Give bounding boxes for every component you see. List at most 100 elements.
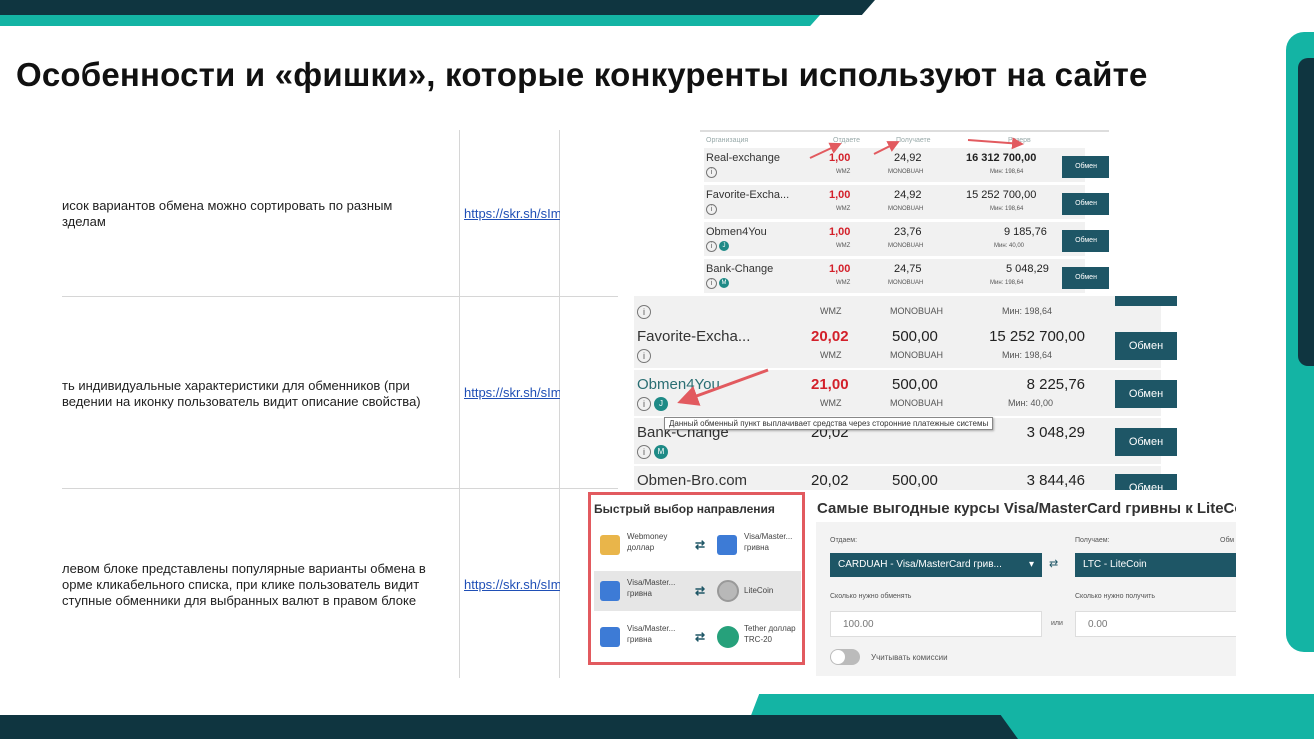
exchange-button[interactable]: Обмен xyxy=(1062,193,1109,215)
to-currency-label: Tether доллар TRC-20 xyxy=(744,624,796,644)
give-currency: WMZ xyxy=(836,206,851,212)
row-3-description: левом блоке представлены популярные вари… xyxy=(62,561,426,608)
row-1-link[interactable]: https://skr.sh/sIm xyxy=(464,206,560,221)
get-currency: MONOBUAH xyxy=(890,350,944,360)
get-amount: 24,75 xyxy=(894,263,922,275)
get-amount: 24,92 xyxy=(894,189,922,201)
from-currency-label: Visa/Master... гривна xyxy=(627,624,676,644)
best-rates-title: Самые выгодные курсы Visa/MasterCard гри… xyxy=(817,500,1236,517)
min-amount: Мин: 40,00 xyxy=(1008,398,1054,408)
give-label: Отдаем: xyxy=(830,537,858,544)
reserve-amount: 3 048,29 xyxy=(1026,424,1085,441)
feature-badge-icon[interactable]: J xyxy=(719,241,729,251)
table-row: Bank-Change i M 1,00 WMZ 24,75 MONOBUAH … xyxy=(704,259,1109,293)
give-currency: WMZ xyxy=(820,306,842,316)
give-amount: 1,00 xyxy=(829,189,851,201)
exchange-button[interactable]: Обмен xyxy=(1115,380,1177,408)
info-icon[interactable]: i xyxy=(706,241,717,252)
quick-direction-item[interactable]: Visa/Master... гривна ⇄ Tether доллар TR… xyxy=(594,617,801,657)
chevron-down-icon: ▾ xyxy=(1028,559,1034,570)
column-divider xyxy=(459,130,460,678)
org-name[interactable]: Bank-Change xyxy=(706,263,773,275)
right-dark-band xyxy=(1298,58,1314,366)
min-amount: Мин: 198,64 xyxy=(1002,350,1053,360)
get-label: Получаем: xyxy=(1075,537,1110,544)
get-amount: 500,00 xyxy=(892,328,938,345)
swap-icon: ⇄ xyxy=(695,584,706,598)
give-currency-value: CARDUAH - Visa/MasterCard грив... xyxy=(838,559,1002,570)
give-currency: WMZ xyxy=(820,350,842,360)
get-amount: 500,00 xyxy=(892,472,938,489)
exchange-button[interactable]: Обмен xyxy=(1062,156,1109,178)
quick-direction-item[interactable]: Visa/Master... гривна ⇄ LiteCoin xyxy=(594,571,801,611)
give-currency: WMZ xyxy=(836,243,851,249)
org-name[interactable]: Favorite-Excha... xyxy=(637,328,750,345)
table-row: Obmen-Bro.com 20,02 500,00 3 844,46 Обме… xyxy=(634,466,1177,490)
exchange-button[interactable]: Обмен xyxy=(1062,267,1109,289)
row-2-link[interactable]: https://skr.sh/sIm xyxy=(464,385,560,400)
get-currency: MONOBUAH xyxy=(890,306,944,316)
min-amount: Мин: 198,64 xyxy=(990,169,1024,175)
give-amount: 21,00 xyxy=(811,376,849,393)
amount-get-input[interactable]: 0.00 xyxy=(1075,611,1236,637)
table-row: Obmen4You i J 1,00 WMZ 23,76 MONOBUAH 9 … xyxy=(704,222,1109,256)
reserve-amount: 5 048,29 xyxy=(1006,263,1049,275)
extra-label: Обм xyxy=(1220,537,1235,544)
info-icon[interactable]: i xyxy=(637,445,651,459)
feature-badge-icon[interactable]: M xyxy=(654,445,668,459)
amount-give-label: Сколько нужно обменять xyxy=(830,593,912,600)
row-3-link[interactable]: https://skr.sh/sIm xyxy=(464,577,560,592)
get-currency: MONOBUAH xyxy=(888,280,924,286)
rates-form: Отдаем: Получаем: Обм CARDUAH - Visa/Mas… xyxy=(816,522,1236,676)
or-label: или xyxy=(1051,620,1063,627)
info-icon[interactable]: i xyxy=(637,349,651,363)
best-rates-panel: Самые выгодные курсы Visa/MasterCard гри… xyxy=(816,492,1236,676)
min-amount: Мин: 198,64 xyxy=(990,280,1024,286)
get-currency-select[interactable]: LTC - LiteCoin xyxy=(1075,553,1236,577)
get-currency: MONOBUAH xyxy=(888,169,924,175)
exchange-button[interactable]: Обмен xyxy=(1062,230,1109,252)
org-name[interactable]: Real-exchange xyxy=(706,152,780,164)
info-icon[interactable]: i xyxy=(706,204,717,215)
give-amount: 20,02 xyxy=(811,472,849,489)
slide-title: Особенности и «фишки», которые конкурент… xyxy=(16,56,1148,93)
to-currency-label: LiteCoin xyxy=(744,586,774,595)
header-organization[interactable]: Организация xyxy=(706,137,748,144)
exchange-button[interactable]: Обмен xyxy=(1115,428,1177,456)
quick-direction-panel: Быстрый выбор направления Webmoney долла… xyxy=(588,492,805,665)
org-name[interactable]: Favorite-Excha... xyxy=(706,189,789,201)
litecoin-icon xyxy=(717,580,739,602)
commission-toggle[interactable] xyxy=(830,649,860,665)
exchange-button[interactable]: Обмен xyxy=(1115,474,1177,490)
give-currency: WMZ xyxy=(836,280,851,286)
org-name[interactable]: Obmen4You xyxy=(706,226,767,238)
org-name[interactable]: Obmen-Bro.com xyxy=(637,472,747,489)
give-currency-select[interactable]: CARDUAH - Visa/MasterCard грив... ▾ xyxy=(830,553,1042,577)
info-icon[interactable]: i xyxy=(637,397,651,411)
bottom-dark-band xyxy=(0,715,1018,739)
give-currency: WMZ xyxy=(836,169,851,175)
swap-icon: ⇄ xyxy=(695,630,706,644)
feature-badge-icon[interactable]: M xyxy=(719,278,729,288)
row-1-description: исок вариантов обмена можно сортировать … xyxy=(62,198,393,229)
top-dark-band xyxy=(0,0,875,15)
card-icon xyxy=(600,627,620,647)
give-currency: WMZ xyxy=(820,398,842,408)
amount-give-input[interactable]: 100.00 xyxy=(830,611,1042,637)
info-icon[interactable]: i xyxy=(706,278,717,289)
info-icon[interactable]: i xyxy=(706,167,717,178)
swap-icon[interactable]: ⇄ xyxy=(1049,557,1058,570)
reserve-amount: 9 185,76 xyxy=(1004,226,1047,238)
tether-icon xyxy=(717,626,739,648)
give-amount: 1,00 xyxy=(829,226,851,238)
table-row: Favorite-Excha... i 1,00 WMZ 24,92 MONOB… xyxy=(704,185,1109,219)
exchange-button[interactable]: Обмен xyxy=(1115,332,1177,360)
feature-badge-icon[interactable]: J xyxy=(654,397,668,411)
exchange-button[interactable]: Обмен xyxy=(1115,296,1177,306)
quick-direction-item[interactable]: Webmoney доллар ⇄ Visa/Master... гривна xyxy=(594,525,801,565)
from-currency-label: Visa/Master... гривна xyxy=(627,578,676,598)
info-icon[interactable]: i xyxy=(637,305,651,319)
table-row: Favorite-Excha... i 20,02 WMZ 500,00 MON… xyxy=(634,322,1177,368)
swap-icon: ⇄ xyxy=(695,538,706,552)
min-amount: Мин: 198,64 xyxy=(1002,306,1053,316)
